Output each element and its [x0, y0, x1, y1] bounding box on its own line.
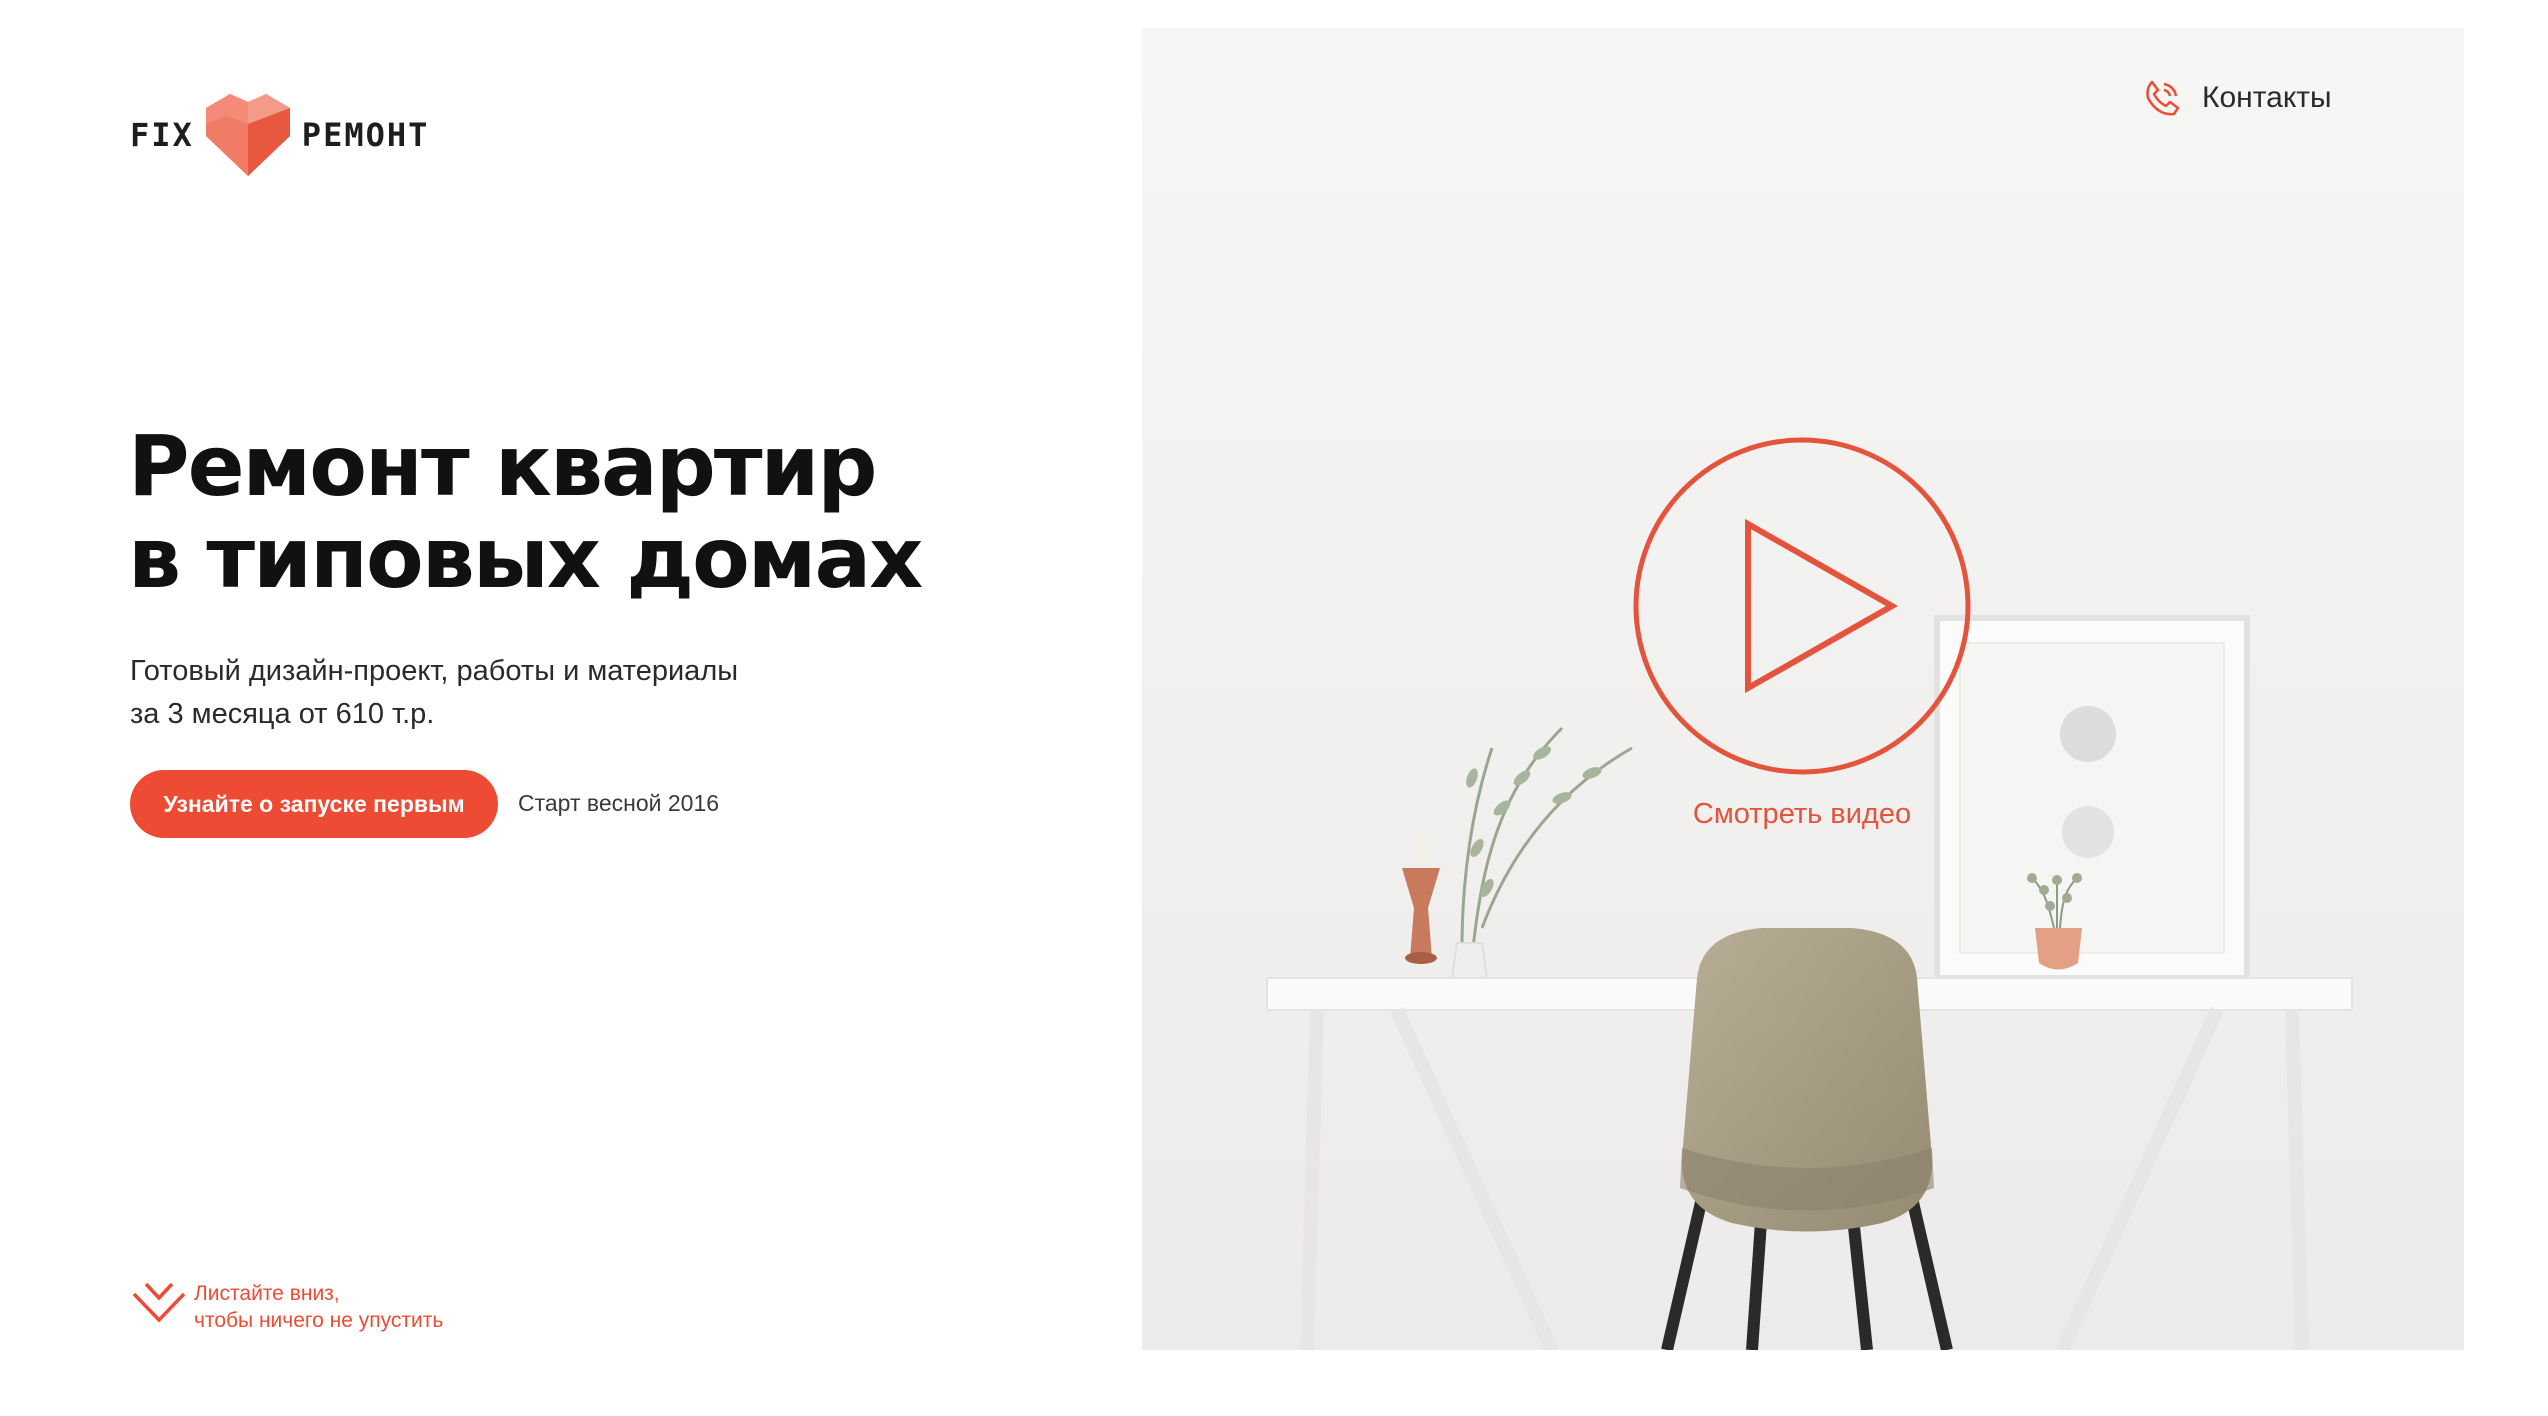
hero-subtitle-line-2: за 3 месяца от 610 т.р. [130, 698, 435, 730]
hero-title-line-1: Ремонт квартир [128, 417, 878, 515]
hero-media-panel: Контакты Смотреть видео [1142, 28, 2464, 1350]
phone-icon [2146, 80, 2180, 116]
scroll-hint-line-1: Листайте вниз, [194, 1282, 340, 1305]
contacts-link[interactable]: Контакты [2142, 78, 2332, 118]
watch-video-link[interactable]: Смотреть видео [1602, 798, 2002, 831]
scroll-hint-text: Листайте вниз, чтобы ничего не упустить [194, 1280, 443, 1334]
logo[interactable]: FIX РЕМОНТ [130, 92, 429, 178]
scroll-hint-line-2: чтобы ничего не упустить [194, 1309, 444, 1332]
play-video-button[interactable] [1630, 434, 1974, 778]
notify-launch-button[interactable]: Узнайте о запуске первым [130, 770, 498, 838]
heart-cube-icon [205, 94, 290, 176]
play-icon [1633, 437, 1971, 775]
chevron-down-icon [132, 1282, 186, 1323]
contacts-label: Контакты [2202, 81, 2332, 114]
hero-title: Ремонт квартир в типовых домах [128, 420, 1028, 604]
hero-subtitle: Готовый дизайн-проект, работы и материал… [130, 650, 1030, 736]
scroll-down-hint[interactable]: Листайте вниз, чтобы ничего не упустить [130, 1280, 443, 1334]
hero-title-line-2: в типовых домах [128, 509, 923, 607]
hero-subtitle-line-1: Готовый дизайн-проект, работы и материал… [130, 655, 739, 687]
start-note: Старт весной 2016 [518, 790, 720, 816]
logo-text-fix: FIX [130, 116, 194, 154]
logo-text-remont: РЕМОНТ [301, 116, 430, 154]
